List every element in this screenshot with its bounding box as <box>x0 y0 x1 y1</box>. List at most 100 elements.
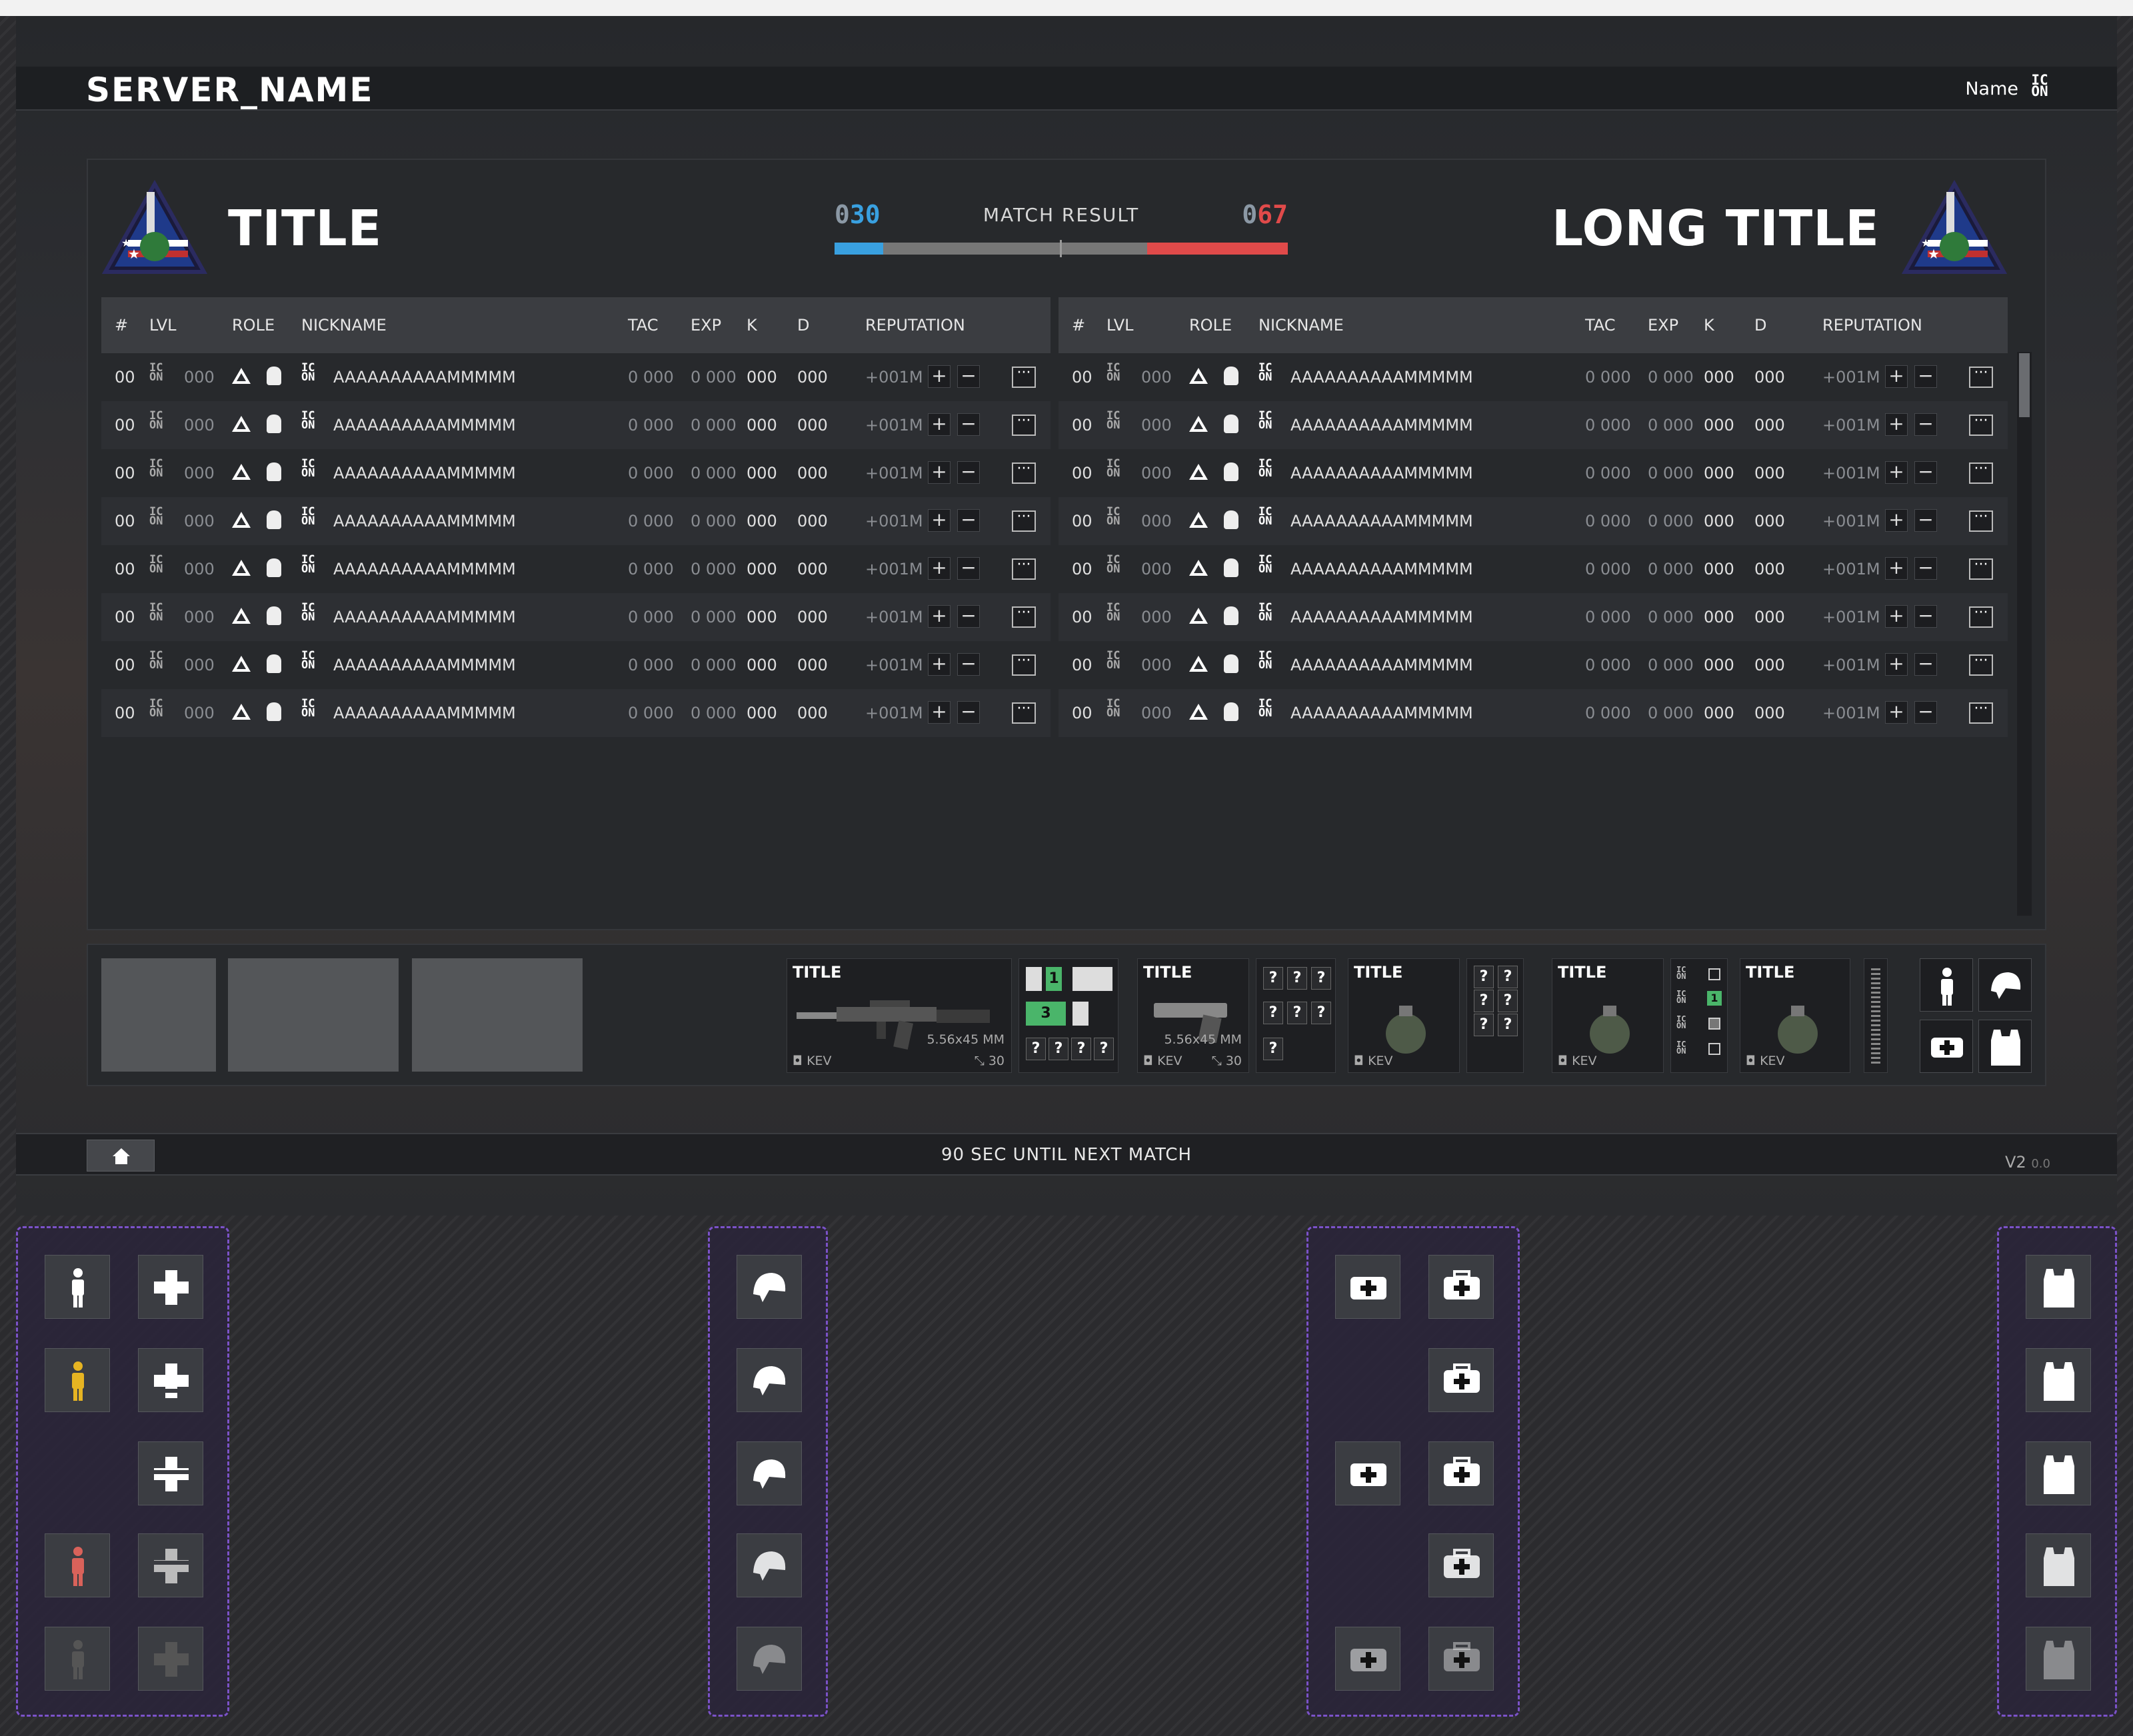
more-options-button[interactable]: ··· <box>1012 702 1036 724</box>
grenade-card[interactable]: TITLE ◘ KEV <box>1740 958 1850 1073</box>
reputation-plus-button[interactable]: + <box>1885 365 1908 388</box>
more-options-button[interactable]: ··· <box>1012 510 1036 532</box>
heal-cross-icon[interactable] <box>138 1627 203 1691</box>
grenade-card[interactable]: TITLE ◘ KEV <box>1552 958 1664 1073</box>
more-options-button[interactable]: ··· <box>1969 366 1993 388</box>
slot-checkbox[interactable] <box>1708 968 1720 980</box>
heal-cross-icon[interactable] <box>138 1533 203 1597</box>
unknown-slot[interactable]: ? <box>1049 1038 1068 1060</box>
reputation-plus-button[interactable]: + <box>928 365 951 388</box>
heal-cross-icon[interactable] <box>138 1348 203 1412</box>
player-nickname[interactable]: AAAAAAAAAAMMMMM <box>333 464 516 482</box>
column-header[interactable]: TAC <box>1585 316 1616 335</box>
reputation-minus-button[interactable]: − <box>957 701 980 724</box>
column-header[interactable]: # <box>115 316 128 335</box>
player-nickname[interactable]: AAAAAAAAAAMMMMM <box>333 656 516 674</box>
more-options-button[interactable]: ··· <box>1012 414 1036 436</box>
reputation-minus-button[interactable]: − <box>1914 413 1937 436</box>
more-options-button[interactable]: ··· <box>1969 654 1993 676</box>
heal-cross-icon[interactable] <box>138 1441 203 1505</box>
player-nickname[interactable]: AAAAAAAAAAMMMMM <box>333 608 516 626</box>
table-row[interactable]: 00 IC ON 000 IC ON AAAAAAAAAAMMMMM 0 000 0… <box>101 449 1051 497</box>
reputation-plus-button[interactable]: + <box>928 605 951 628</box>
player-nickname[interactable]: AAAAAAAAAAMMMMM <box>1290 368 1473 387</box>
health-full-icon[interactable] <box>45 1255 110 1319</box>
reputation-minus-button[interactable]: − <box>957 461 980 484</box>
reputation-minus-button[interactable]: − <box>1914 365 1937 388</box>
slot-checkbox[interactable] <box>1708 1043 1720 1055</box>
reputation-minus-button[interactable]: − <box>1914 509 1937 532</box>
reputation-plus-button[interactable]: + <box>1885 461 1908 484</box>
more-options-button[interactable]: ··· <box>1969 606 1993 628</box>
player-nickname[interactable]: AAAAAAAAAAMMMMM <box>1290 608 1473 626</box>
reputation-minus-button[interactable]: − <box>1914 461 1937 484</box>
table-row[interactable]: 00 IC ON 000 IC ON AAAAAAAAAAMMMMM 0 000 0… <box>1059 641 2008 689</box>
medkit-large-icon[interactable] <box>1428 1533 1494 1597</box>
medkit-large-icon[interactable] <box>1428 1255 1494 1319</box>
table-row[interactable]: 00 IC ON 000 IC ON AAAAAAAAAAMMMMM 0 000 0… <box>1059 689 2008 737</box>
health-injured-icon[interactable] <box>45 1348 110 1412</box>
unknown-slot[interactable]: ? <box>1498 1014 1518 1036</box>
armor-vest-icon[interactable] <box>2026 1627 2091 1691</box>
unknown-slot[interactable]: ? <box>1263 1002 1283 1024</box>
reputation-plus-button[interactable]: + <box>928 461 951 484</box>
column-header[interactable]: EXP <box>691 316 721 335</box>
reputation-minus-button[interactable]: − <box>957 365 980 388</box>
column-header[interactable]: D <box>797 316 809 335</box>
unknown-slot[interactable]: ? <box>1474 966 1494 988</box>
table-row[interactable]: 00 IC ON 000 IC ON AAAAAAAAAAMMMMM 0 000 0… <box>101 641 1051 689</box>
medkit-large-icon[interactable] <box>1428 1627 1494 1691</box>
table-row[interactable]: 00 IC ON 000 IC ON AAAAAAAAAAMMMMM 0 000 0… <box>1059 353 2008 401</box>
heal-cross-icon[interactable] <box>138 1255 203 1319</box>
reputation-minus-button[interactable]: − <box>957 653 980 676</box>
helmet-icon[interactable] <box>1978 958 2032 1012</box>
helmet-icon[interactable] <box>737 1627 802 1691</box>
table-row[interactable]: 00 IC ON 000 IC ON AAAAAAAAAAMMMMM 0 000 0… <box>1059 449 2008 497</box>
armor-vest-icon[interactable] <box>2026 1255 2091 1319</box>
more-options-button[interactable]: ··· <box>1012 558 1036 580</box>
table-row[interactable]: 00 IC ON 000 IC ON AAAAAAAAAAMMMMM 0 000 0… <box>101 497 1051 545</box>
reputation-minus-button[interactable]: − <box>1914 605 1937 628</box>
reputation-minus-button[interactable]: − <box>1914 701 1937 724</box>
reputation-plus-button[interactable]: + <box>1885 653 1908 676</box>
helmet-icon[interactable] <box>737 1255 802 1319</box>
slot-checkbox[interactable] <box>1708 1018 1720 1030</box>
player-nickname[interactable]: AAAAAAAAAAMMMMM <box>1290 464 1473 482</box>
armor-vest-icon[interactable] <box>1978 1020 2032 1073</box>
medkit-large-icon[interactable] <box>1428 1441 1494 1505</box>
health-critical-icon[interactable] <box>45 1533 110 1597</box>
health-dead-icon[interactable] <box>45 1627 110 1691</box>
grenade-card[interactable]: TITLE ◘ KEV <box>1348 958 1460 1073</box>
unknown-slot[interactable]: ? <box>1474 1014 1494 1036</box>
table-row[interactable]: 00 IC ON 000 IC ON AAAAAAAAAAMMMMM 0 000 0… <box>101 353 1051 401</box>
reputation-plus-button[interactable]: + <box>1885 413 1908 436</box>
unknown-slot[interactable]: ? <box>1094 1038 1114 1060</box>
armor-vest-icon[interactable] <box>2026 1348 2091 1412</box>
unknown-slot[interactable]: ? <box>1311 1002 1331 1024</box>
reputation-plus-button[interactable]: + <box>928 557 951 580</box>
more-options-button[interactable]: ··· <box>1012 606 1036 628</box>
unknown-slot[interactable]: ? <box>1071 1038 1091 1060</box>
column-header[interactable]: K <box>1704 316 1714 335</box>
helmet-icon[interactable] <box>737 1348 802 1412</box>
player-nickname[interactable]: AAAAAAAAAAMMMMM <box>333 368 516 387</box>
more-options-button[interactable]: ··· <box>1012 654 1036 676</box>
medkit-icon[interactable] <box>1920 1020 1973 1073</box>
player-nickname[interactable]: AAAAAAAAAAMMMMM <box>1290 512 1473 530</box>
unknown-slot[interactable]: ? <box>1498 966 1518 988</box>
unknown-slot[interactable]: ? <box>1026 1038 1046 1060</box>
scoreboard-scrollbar[interactable] <box>2017 352 2032 916</box>
reputation-plus-button[interactable]: + <box>928 701 951 724</box>
secondary-weapon-card[interactable]: TITLE 5.56x45 MM ◘ KEV ⤡ 30 <box>1137 958 1249 1073</box>
reputation-plus-button[interactable]: + <box>1885 557 1908 580</box>
table-row[interactable]: 00 IC ON 000 IC ON AAAAAAAAAAMMMMM 0 000 0… <box>101 593 1051 641</box>
armor-vest-icon[interactable] <box>2026 1441 2091 1505</box>
table-row[interactable]: 00 IC ON 000 IC ON AAAAAAAAAAMMMMM 0 000 0… <box>101 401 1051 449</box>
user-name[interactable]: Name <box>1965 79 2018 99</box>
column-header[interactable]: LVL <box>149 316 177 335</box>
medkit-small-icon[interactable] <box>1335 1255 1400 1319</box>
reputation-plus-button[interactable]: + <box>1885 605 1908 628</box>
player-nickname[interactable]: AAAAAAAAAAMMMMM <box>1290 560 1473 578</box>
medkit-small-icon[interactable] <box>1335 1627 1400 1691</box>
player-nickname[interactable]: AAAAAAAAAAMMMMM <box>1290 656 1473 674</box>
